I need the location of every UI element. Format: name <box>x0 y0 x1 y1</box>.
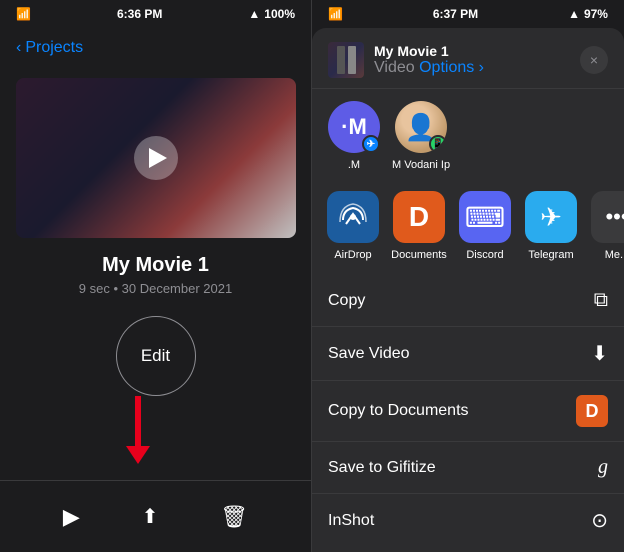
play-button[interactable] <box>134 136 178 180</box>
action-list: Copy ⧉ Save Video ⬇ Copy to Documents D … <box>312 275 624 552</box>
gifitize-icon: g <box>598 456 608 479</box>
edit-button-wrap: Edit <box>0 316 311 396</box>
location-icon-right: ▲ <box>568 7 580 21</box>
left-panel: 📶 6:36 PM ▲ 100% ‹ Projects My Movie 1 9… <box>0 0 311 552</box>
app-item-more[interactable]: ••• Me... <box>588 191 624 261</box>
more-label: Me... <box>605 249 624 261</box>
close-button[interactable]: × <box>580 46 608 74</box>
app-item-discord[interactable]: ⌨ Discord <box>456 191 514 261</box>
more-icon: ••• <box>591 191 624 243</box>
copy-documents-icon: D <box>576 395 608 427</box>
action-inshot-label: InShot <box>328 512 374 530</box>
share-header: My Movie 1 Video Options › × <box>312 28 624 89</box>
apps-row: AirDrop D Documents ⌨ Discord ✈ Telegram… <box>312 183 624 275</box>
edit-button[interactable]: Edit <box>116 316 196 396</box>
bottom-toolbar: ▶︎ ⬆ 🗑 <box>0 480 311 552</box>
time-right: 6:37 PM <box>433 7 478 21</box>
airdrop-icon <box>327 191 379 243</box>
arrow-head <box>126 446 150 464</box>
documents-label: Documents <box>391 249 447 261</box>
documents-icon: D <box>393 191 445 243</box>
right-panel: 📶 6:37 PM ▲ 97% My Movie 1 Video Options… <box>312 0 624 552</box>
back-label: Projects <box>25 39 83 57</box>
share-movie-thumbnail <box>328 42 364 78</box>
back-button[interactable]: ‹ Projects <box>16 39 83 57</box>
telegram-icon: ✈ <box>525 191 577 243</box>
share-title-block: My Movie 1 Video Options › <box>374 43 580 77</box>
avatar-initials: ·M <box>341 114 367 140</box>
share-movie-name: My Movie 1 <box>374 43 580 59</box>
inshot-icon: ⊙ <box>591 508 608 533</box>
contact-item-2[interactable]: 👤 📱 M Vodani Ip <box>392 101 450 171</box>
copy-icon: ⧉ <box>594 289 608 312</box>
movie-meta: 9 sec • 30 December 2021 <box>0 281 311 296</box>
app-item-documents[interactable]: D Documents <box>390 191 448 261</box>
action-save-gifitize[interactable]: Save to Gifitize g <box>312 442 624 494</box>
action-save-gifitize-label: Save to Gifitize <box>328 459 436 477</box>
app-item-telegram[interactable]: ✈ Telegram <box>522 191 580 261</box>
discord-label: Discord <box>466 249 503 261</box>
save-video-icon: ⬇ <box>591 341 608 366</box>
airdrop-label: AirDrop <box>334 249 371 261</box>
action-save-video-label: Save Video <box>328 345 410 363</box>
status-icons-right: ▲ 97% <box>568 7 608 21</box>
discord-icon: ⌨ <box>459 191 511 243</box>
nav-bar: ‹ Projects <box>0 28 311 68</box>
action-save-video[interactable]: Save Video ⬇ <box>312 327 624 381</box>
status-icons-left: ▲ 100% <box>248 7 295 21</box>
chevron-left-icon: ‹ <box>16 39 21 57</box>
battery-left: 100% <box>264 7 295 21</box>
status-bar-right: 📶 6:37 PM ▲ 97% <box>312 0 624 28</box>
contact-name-m: .M <box>348 159 360 171</box>
time-left: 6:36 PM <box>117 7 162 21</box>
share-toolbar-icon[interactable]: ⬆ <box>142 504 159 529</box>
movie-title: My Movie 1 <box>0 254 311 277</box>
contact-item[interactable]: ·M ✈ .M <box>328 101 380 171</box>
share-video-label: Video <box>374 59 415 76</box>
app-item-airdrop[interactable]: AirDrop <box>324 191 382 261</box>
telegram-label: Telegram <box>528 249 573 261</box>
red-arrow-left <box>126 396 150 464</box>
avatar-badge-whatsapp: 📱 <box>429 135 447 153</box>
action-copy[interactable]: Copy ⧉ <box>312 275 624 327</box>
action-inshot[interactable]: InShot ⊙ <box>312 494 624 547</box>
contact-avatar-m: ·M ✈ <box>328 101 380 153</box>
action-copy-documents[interactable]: Copy to Documents D <box>312 381 624 442</box>
avatar-badge-telegram: ✈ <box>362 135 380 153</box>
share-options-button[interactable]: Options › <box>419 59 484 76</box>
share-sheet: My Movie 1 Video Options › × ·M ✈ .M 👤 📱 <box>312 28 624 552</box>
play-toolbar-icon[interactable]: ▶︎ <box>63 504 80 530</box>
wifi-icon: 📶 <box>16 7 31 21</box>
contacts-row: ·M ✈ .M 👤 📱 M Vodani Ip <box>312 89 624 183</box>
video-thumbnail[interactable] <box>16 78 296 238</box>
wifi-icon-right: 📶 <box>328 7 343 21</box>
contact-avatar-vodani: 👤 📱 <box>395 101 447 153</box>
location-icon: ▲ <box>248 7 260 21</box>
play-triangle-icon <box>149 148 167 168</box>
status-bar-left: 📶 6:36 PM ▲ 100% <box>0 0 311 28</box>
delete-toolbar-icon[interactable]: 🗑 <box>220 504 248 530</box>
arrow-shaft <box>135 396 141 446</box>
battery-right: 97% <box>584 7 608 21</box>
action-copy-label: Copy <box>328 292 365 310</box>
action-copy-documents-label: Copy to Documents <box>328 402 469 420</box>
contact-name-vodani: M Vodani Ip <box>392 159 450 171</box>
